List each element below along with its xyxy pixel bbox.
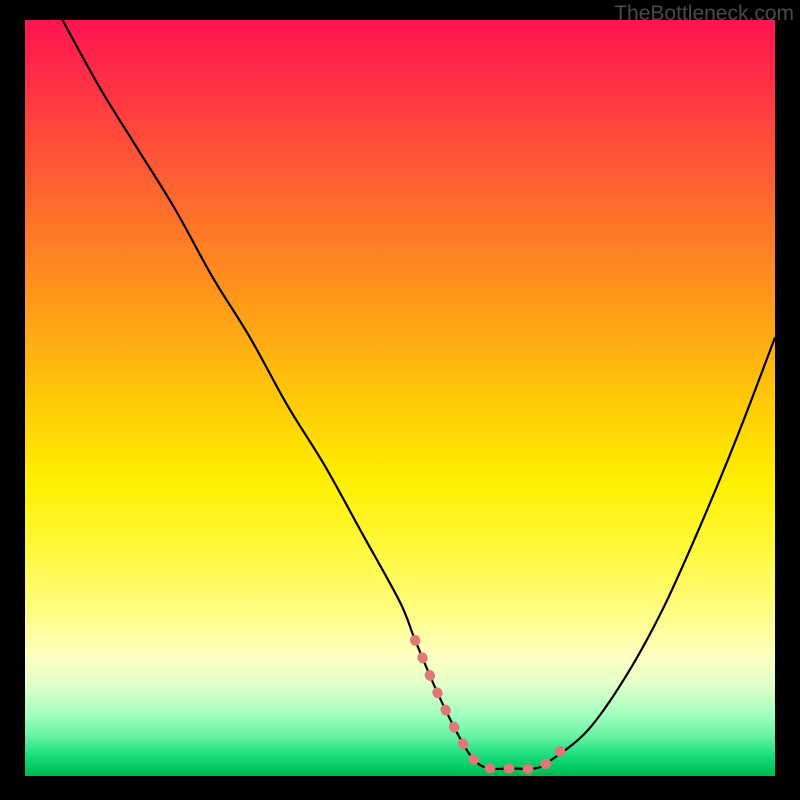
chart-container: TheBottleneck.com — [0, 0, 800, 800]
chart-svg — [25, 20, 775, 776]
highlight-segment — [415, 640, 573, 769]
watermark-text: TheBottleneck.com — [614, 2, 794, 26]
